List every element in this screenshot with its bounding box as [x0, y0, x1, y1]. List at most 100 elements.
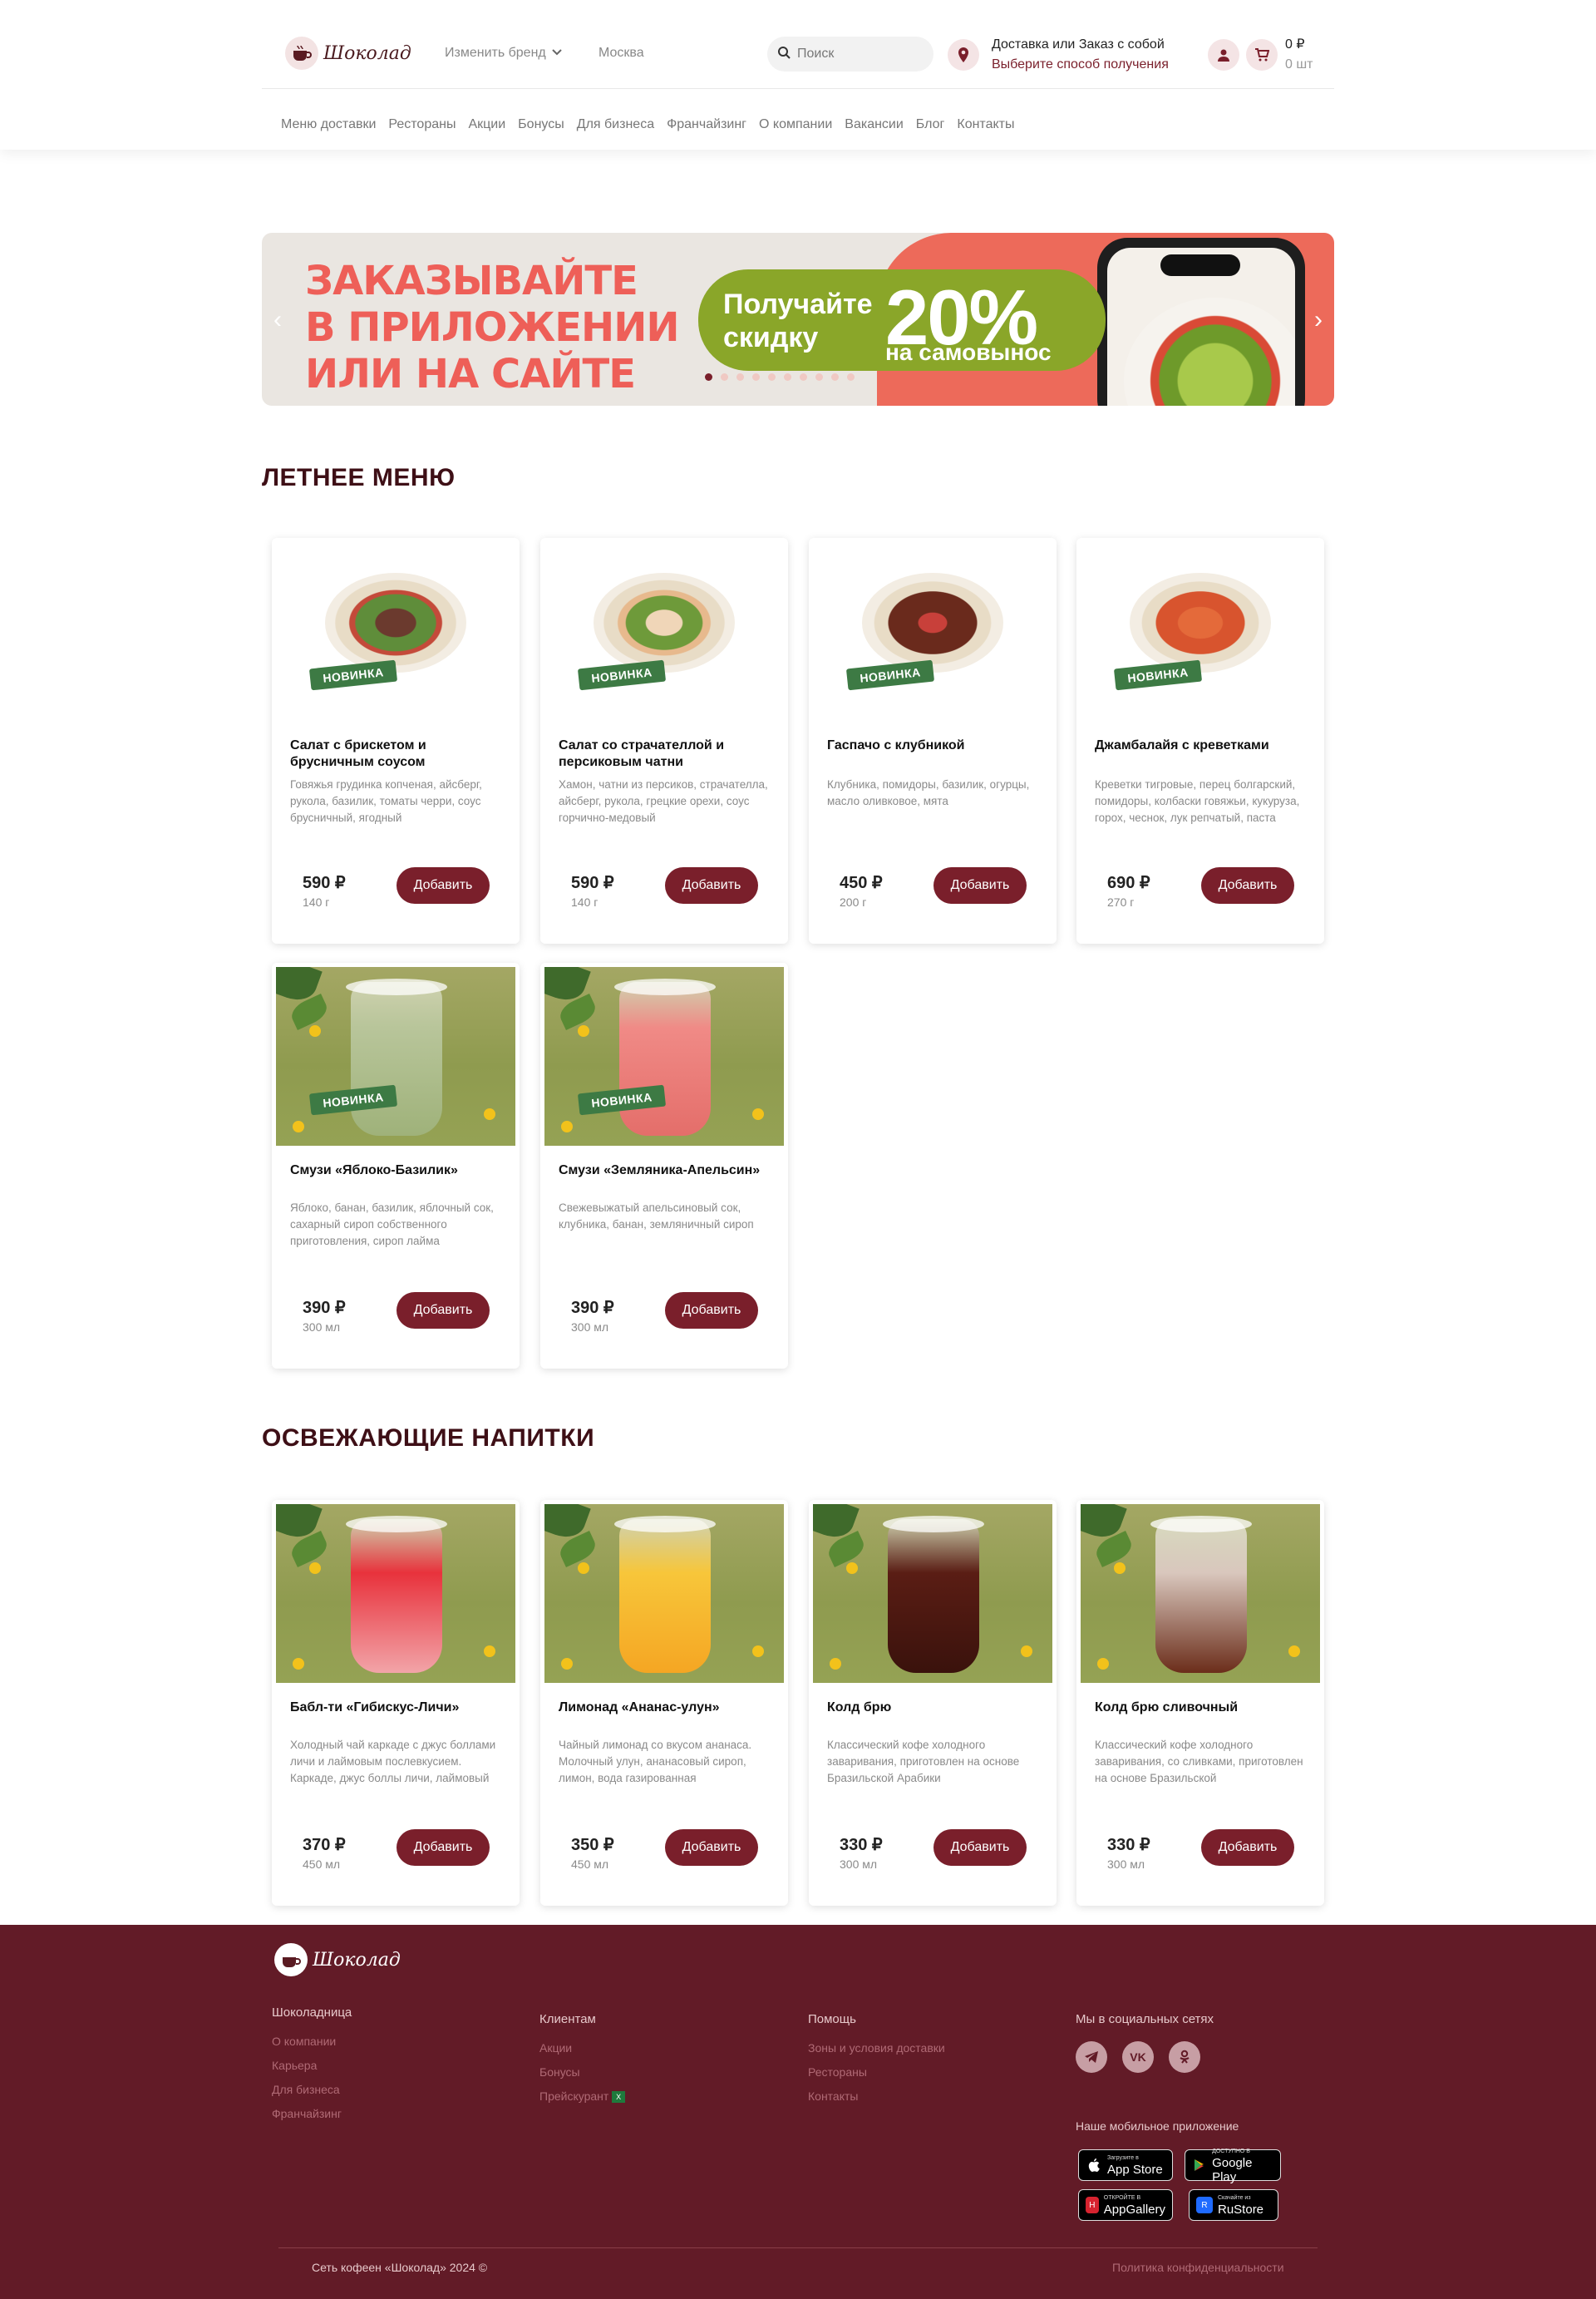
add-to-cart-button[interactable]: Добавить: [665, 1292, 758, 1329]
banner-dot[interactable]: [800, 373, 807, 381]
nav-item-bonuses[interactable]: Бонусы: [518, 117, 564, 132]
banner-dot[interactable]: [721, 373, 728, 381]
banner-next-arrow-icon[interactable]: ›: [1309, 308, 1328, 333]
banner-prev-arrow-icon[interactable]: ‹: [268, 308, 287, 333]
vk-icon[interactable]: VK: [1122, 2041, 1154, 2073]
product-card[interactable]: Бабл-ти «Гибискус-Личи» Холодный чай карк…: [272, 1500, 520, 1906]
nav-item-restaurants[interactable]: Рестораны: [388, 117, 456, 132]
flower-decoration: [1288, 1645, 1300, 1657]
cart-summary[interactable]: 0 ₽ 0 шт: [1285, 35, 1313, 75]
cup-lid: [346, 1516, 447, 1532]
product-name[interactable]: Смузи «Земляника-Апельсин»: [559, 1162, 766, 1179]
nav-item-contacts[interactable]: Контакты: [957, 117, 1014, 132]
cup-lid: [883, 1516, 984, 1532]
banner-dot[interactable]: [847, 373, 855, 381]
nav-item-blog[interactable]: Блог: [916, 117, 945, 132]
app-store-button[interactable]: Загрузите в App Store: [1078, 2149, 1173, 2181]
privacy-policy-link[interactable]: Политика конфиденциальности: [1112, 2261, 1284, 2274]
footer-link-franchising[interactable]: Франчайзинг: [272, 2107, 352, 2120]
product-card[interactable]: НОВИНКА Салат с брискетом и брусничным со…: [272, 538, 520, 944]
nav-item-franchising[interactable]: Франчайзинг: [667, 117, 746, 132]
site-footer: Шоколад Шоколадница О компании Карьера Д…: [0, 1925, 1596, 2299]
promo-banner[interactable]: ЗАКАЗЫВАЙТЕ В ПРИЛОЖЕНИИ ИЛИ НА САЙТЕ По…: [262, 233, 1334, 406]
banner-dot[interactable]: [815, 373, 823, 381]
banner-dot[interactable]: [705, 373, 712, 381]
add-to-cart-button[interactable]: Добавить: [665, 867, 758, 904]
product-weight: 200 г: [840, 895, 867, 909]
footer-link-pricelist[interactable]: Прейскурант X: [539, 2089, 626, 2104]
footer-link-career[interactable]: Карьера: [272, 2059, 352, 2072]
user-icon[interactable]: [1208, 39, 1239, 71]
footer-link-delivery-zones[interactable]: Зоны и условия доставки: [808, 2041, 945, 2055]
add-to-cart-button[interactable]: Добавить: [933, 1829, 1027, 1866]
product-description: Клубника, помидоры, базилик, огурцы, мас…: [827, 778, 1030, 807]
product-card[interactable]: НОВИНКА Джамбалайя с креветками Креветки т…: [1076, 538, 1324, 944]
footer-link-bonuses[interactable]: Бонусы: [539, 2065, 625, 2079]
add-to-cart-button[interactable]: Добавить: [397, 1829, 490, 1866]
banner-dot[interactable]: [736, 373, 744, 381]
nav-item-vacancies[interactable]: Вакансии: [845, 117, 904, 132]
new-badge: НОВИНКА: [577, 659, 667, 691]
flower-decoration: [752, 1108, 764, 1120]
product-weight: 300 мл: [571, 1320, 609, 1334]
footer-logo[interactable]: Шоколад: [274, 1943, 401, 1976]
add-to-cart-button[interactable]: Добавить: [1201, 867, 1294, 904]
delivery-method-link[interactable]: Выберите способ получения: [992, 55, 1169, 75]
footer-logo-text: Шоколад: [313, 1949, 401, 1971]
banner-headline: ЗАКАЗЫВАЙТЕ В ПРИЛОЖЕНИИ ИЛИ НА САЙТЕ: [305, 258, 680, 397]
google-play-icon: [1192, 2157, 1207, 2173]
logo[interactable]: Шоколад: [285, 37, 411, 70]
add-to-cart-button[interactable]: Добавить: [933, 867, 1027, 904]
footer-link-business[interactable]: Для бизнеса: [272, 2083, 352, 2096]
product-name[interactable]: Салат с брискетом и брусничным соусом: [290, 738, 498, 771]
product-card[interactable]: Колд брю Классический кофе холодного зава…: [809, 1500, 1057, 1906]
banner-dot[interactable]: [752, 373, 760, 381]
product-name[interactable]: Колд брю: [827, 1700, 1035, 1716]
appgallery-text: ОТКРОЙТЕ В AppGallery: [1104, 2193, 1165, 2217]
add-to-cart-button[interactable]: Добавить: [397, 867, 490, 904]
appgallery-button[interactable]: H ОТКРОЙТЕ В AppGallery: [1078, 2189, 1173, 2221]
product-name[interactable]: Смузи «Яблоко-Базилик»: [290, 1162, 498, 1179]
product-card[interactable]: Лимонад «Ананас-улун» Чайный лимонад со в…: [540, 1500, 788, 1906]
telegram-icon[interactable]: [1076, 2041, 1107, 2073]
brand-switch-dropdown[interactable]: Изменить бренд: [445, 46, 563, 61]
delivery-method[interactable]: Доставка или Заказ с собой Выберите спос…: [992, 35, 1169, 75]
product-name[interactable]: Гаспачо с клубникой: [827, 738, 1035, 754]
footer-link-restaurants[interactable]: Рестораны: [808, 2065, 945, 2079]
product-price: 590 ₽: [571, 874, 614, 892]
site-header: Шоколад Изменить бренд Москва Доставка и…: [0, 0, 1596, 150]
odnoklassniki-icon[interactable]: [1169, 2041, 1200, 2073]
city-selector[interactable]: Москва: [598, 46, 644, 61]
product-card[interactable]: Колд брю сливочный Классический кофе холо…: [1076, 1500, 1324, 1906]
location-pin-icon[interactable]: [948, 39, 979, 71]
nav-item-delivery-menu[interactable]: Меню доставки: [281, 117, 376, 132]
product-name[interactable]: Салат со страчателлой и персиковым чатни: [559, 738, 766, 771]
add-to-cart-button[interactable]: Добавить: [397, 1292, 490, 1329]
add-to-cart-button[interactable]: Добавить: [665, 1829, 758, 1866]
rustore-button[interactable]: R Скачайте из RuStore: [1189, 2189, 1278, 2221]
chevron-down-icon: [551, 46, 563, 61]
search-box[interactable]: [767, 37, 933, 72]
footer-link-about[interactable]: О компании: [272, 2035, 352, 2048]
product-card[interactable]: НОВИНКА Салат со страчателлой и персиковы…: [540, 538, 788, 944]
footer-link-promotions[interactable]: Акции: [539, 2041, 625, 2055]
footer-link-contacts[interactable]: Контакты: [808, 2089, 945, 2103]
product-card[interactable]: НОВИНКА Смузи «Земляника-Апельсин» Свежевы…: [540, 963, 788, 1369]
app-store-text: Загрузите в App Store: [1107, 2153, 1163, 2177]
search-input[interactable]: [797, 47, 922, 62]
product-name[interactable]: Бабл-ти «Гибискус-Личи»: [290, 1700, 498, 1716]
product-card[interactable]: НОВИНКА Смузи «Яблоко-Базилик» Яблоко, бан…: [272, 963, 520, 1369]
product-name[interactable]: Джамбалайя с креветками: [1095, 738, 1303, 754]
banner-dot[interactable]: [768, 373, 776, 381]
nav-item-about[interactable]: О компании: [759, 117, 832, 132]
cart-icon[interactable]: [1246, 39, 1278, 71]
product-name[interactable]: Лимонад «Ананас-улун»: [559, 1700, 766, 1716]
banner-dot[interactable]: [784, 373, 791, 381]
nav-item-business[interactable]: Для бизнеса: [577, 117, 654, 132]
nav-item-promotions[interactable]: Акции: [468, 117, 505, 132]
google-play-button[interactable]: ДОСТУПНО В Google Play: [1185, 2149, 1281, 2184]
add-to-cart-button[interactable]: Добавить: [1201, 1829, 1294, 1866]
product-name[interactable]: Колд брю сливочный: [1095, 1700, 1303, 1716]
product-card[interactable]: НОВИНКА Гаспачо с клубникой Клубника, поми…: [809, 538, 1057, 944]
banner-dot[interactable]: [831, 373, 839, 381]
